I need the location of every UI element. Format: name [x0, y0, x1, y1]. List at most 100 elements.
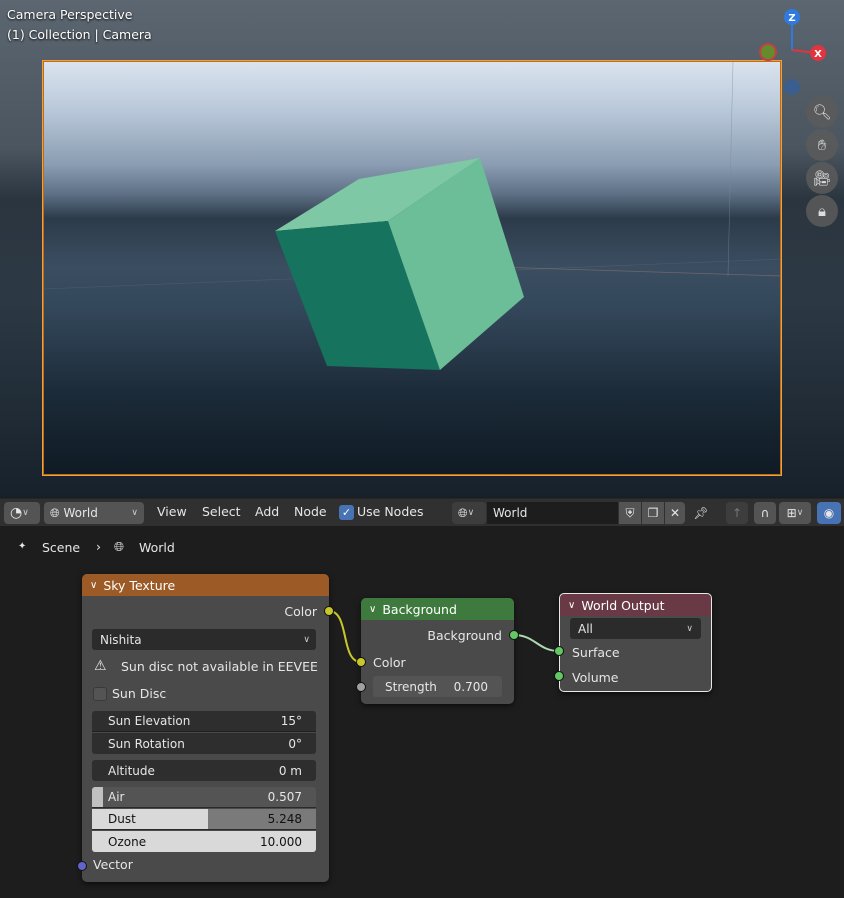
overlay-toggle-icon[interactable]: ◉ [817, 502, 841, 524]
field-label: Sun Rotation [108, 736, 185, 751]
field-label: Sun Elevation [108, 714, 191, 728]
parent-node-tree-icon[interactable]: ↑ [726, 502, 748, 524]
field-value: 0.700 [453, 679, 488, 694]
node-title: Background [382, 601, 457, 617]
scene-icon: ✦ [18, 541, 27, 552]
collection-label: (1) Collection | Camera [7, 27, 152, 42]
output-color-label: Color [284, 604, 317, 619]
fake-user-shield-icon[interactable]: ⛨ [619, 502, 641, 524]
field-label: Altitude [108, 763, 155, 778]
world-browse-button[interactable]: 🌐︎ ∨ [452, 502, 486, 524]
world-output-node[interactable]: ∨ World Output All ∨ Surface Volume [559, 593, 712, 692]
field-label: Dust [108, 812, 136, 826]
pin-icon[interactable]: 📌︎ [690, 502, 712, 524]
sky-texture-node[interactable]: ∨ Sky Texture Color Nishita ∨ ⚠ Sun disc… [82, 574, 329, 882]
chevron-down-icon: ∨ [796, 508, 804, 518]
node-editor-icon: ◔ [10, 505, 23, 521]
gizmo-x-label: X [814, 49, 822, 60]
sky-texture-header[interactable]: ∨ Sky Texture [82, 574, 329, 596]
sky-color-output-socket[interactable] [324, 606, 334, 616]
lock-icon[interactable]: 🔒︎ [806, 195, 838, 227]
viewport-scene [43, 61, 781, 370]
world-name: World [493, 506, 528, 520]
field-value: 0° [288, 736, 302, 751]
input-vector-label: Vector [93, 857, 133, 872]
menu-select[interactable]: Select [202, 504, 241, 519]
output-target-dropdown[interactable]: All ∨ [570, 618, 701, 639]
sun-elevation-field[interactable]: Sun Elevation 15° [92, 711, 316, 732]
chevron-down-icon: ∨ [22, 508, 29, 518]
node-title: World Output [581, 597, 665, 613]
strength-field[interactable]: Strength 0.700 [373, 676, 502, 697]
menu-add[interactable]: Add [255, 504, 279, 519]
use-nodes-checkbox[interactable]: ✓ [339, 505, 354, 520]
background-node[interactable]: ∨ Background Background Color Strength 0… [361, 598, 514, 704]
node-title: Sky Texture [103, 577, 176, 593]
collapse-chevron-icon[interactable]: ∨ [369, 604, 376, 615]
dust-slider[interactable]: Dust 5.248 [92, 809, 316, 830]
world-icon: 🌐︎ [458, 505, 468, 520]
chevron-down-icon: ∨ [131, 508, 138, 518]
chevron-down-icon: ∨ [303, 634, 310, 645]
pan-hand-icon[interactable]: ✋︎ [806, 129, 838, 161]
node-editor-header: ◔ ∨ 🌐︎ World ∨ View Select Add Node ✓ Us… [0, 498, 844, 526]
warning-icon: ⚠ [94, 658, 107, 674]
background-header[interactable]: ∨ Background [361, 598, 514, 620]
gizmo-z-label: Z [788, 13, 795, 24]
field-value: 15° [280, 714, 302, 728]
shader-type-dropdown[interactable]: 🌐︎ World ∨ [44, 502, 144, 524]
snap-magnet-icon[interactable]: ∩ [754, 502, 776, 524]
field-value: 0 m [278, 763, 302, 778]
field-value: 5.248 [267, 812, 302, 826]
navigation-gizmo[interactable]: Z X [752, 0, 832, 100]
world-icon: 🌐︎ [50, 505, 60, 520]
ozone-slider[interactable]: Ozone 10.000 [92, 831, 316, 852]
air-slider-fill [92, 787, 104, 807]
field-value: 0.507 [267, 790, 302, 804]
sun-disc-checkbox[interactable] [93, 687, 107, 701]
world-name-field[interactable]: World [487, 502, 618, 524]
unlink-x-icon[interactable]: ✕ [665, 502, 685, 524]
background-strength-input-socket[interactable] [356, 682, 366, 692]
air-slider[interactable]: Air 0.507 [92, 787, 316, 808]
field-label: Air [108, 790, 125, 804]
chevron-down-icon: ∨ [686, 623, 693, 634]
field-label: Strength [385, 679, 437, 694]
menu-view[interactable]: View [157, 504, 187, 519]
breadcrumb-world: World [139, 540, 175, 555]
volume-input-socket[interactable] [554, 671, 564, 681]
shader-type-label: World [63, 505, 98, 520]
new-datablock-icon[interactable]: ❐ [642, 502, 664, 524]
target-value: All [578, 621, 593, 636]
snap-grid-icon[interactable]: ⊞ ∨ [779, 502, 811, 524]
camera-view-icon[interactable]: 🎥︎ [806, 162, 838, 194]
world-output-header[interactable]: ∨ World Output [560, 594, 711, 616]
field-label: Ozone [108, 834, 147, 849]
output-background-label: Background [427, 628, 502, 643]
background-output-socket[interactable] [509, 630, 519, 640]
zoom-icon[interactable]: 🔍︎ [806, 96, 838, 128]
camera-frame [42, 60, 782, 476]
breadcrumb-scene: Scene [42, 540, 81, 555]
collapse-chevron-icon[interactable]: ∨ [90, 580, 97, 591]
world-icon: 🌐︎ [114, 539, 125, 554]
sky-type-dropdown[interactable]: Nishita ∨ [92, 629, 316, 650]
3d-viewport[interactable]: Camera Perspective (1) Collection | Came… [0, 0, 844, 497]
view-mode-label: Camera Perspective [7, 7, 133, 22]
background-color-input-socket[interactable] [356, 657, 366, 667]
sun-rotation-field[interactable]: Sun Rotation 0° [92, 733, 316, 754]
sky-type-value: Nishita [100, 632, 142, 647]
chevron-down-icon: ∨ [467, 508, 475, 518]
use-nodes-label: Use Nodes [357, 504, 424, 519]
eevee-warning: Sun disc not available in EEVEE [121, 659, 318, 674]
surface-input-socket[interactable] [554, 646, 564, 656]
sky-vector-input-socket[interactable] [77, 861, 87, 871]
input-volume-label: Volume [572, 670, 619, 685]
altitude-field[interactable]: Altitude 0 m [92, 760, 316, 781]
sun-disc-label: Sun Disc [112, 686, 167, 701]
field-value: 10.000 [260, 834, 302, 849]
collapse-chevron-icon[interactable]: ∨ [568, 600, 575, 611]
editor-type-button[interactable]: ◔ ∨ [4, 502, 40, 524]
menu-node[interactable]: Node [294, 504, 327, 519]
chevron-right-icon: › [96, 539, 101, 554]
